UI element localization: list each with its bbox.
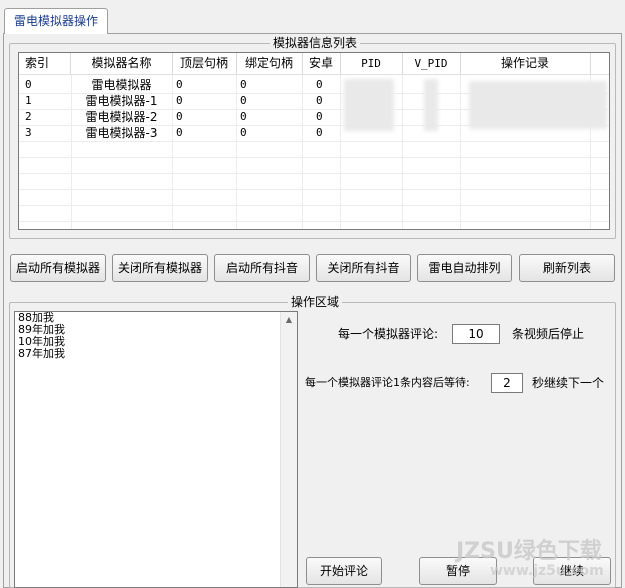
table-row-empty <box>19 173 609 190</box>
table-row-empty <box>19 189 609 206</box>
scroll-up-arrow-icon[interactable]: ▲ <box>281 312 297 328</box>
table-row-empty <box>19 141 609 158</box>
wait-label: 每一个模拟器评论1条内容后等待: <box>305 376 470 389</box>
cell-top-handle: 0 <box>176 110 183 123</box>
cell-android: 0 <box>316 110 323 123</box>
emulator-table[interactable]: 索引 模拟器名称 顶层句柄 绑定句柄 安卓 PID V_PID 操作记录 0 雷… <box>18 52 610 230</box>
header-name[interactable]: 模拟器名称 <box>71 53 173 74</box>
watermark-url: www.jz5u.com <box>490 563 604 579</box>
cell-bind-handle: 0 <box>240 94 247 107</box>
start-comment-button[interactable]: 开始评论 <box>306 557 382 585</box>
header-operation-log[interactable]: 操作记录 <box>460 53 591 74</box>
close-all-douyin-button[interactable]: 关闭所有抖音 <box>316 254 411 282</box>
cell-bind-handle: 0 <box>240 110 247 123</box>
cell-name: 雷电模拟器-1 <box>85 94 158 108</box>
cell-bind-handle: 0 <box>240 126 247 139</box>
comments-textarea[interactable]: 88加我 89年加我 10年加我 87年加我 ▲ <box>14 311 298 588</box>
operation-group-title: 操作区域 <box>288 295 343 309</box>
cell-index: 3 <box>25 126 32 139</box>
cell-index: 1 <box>25 94 32 107</box>
cell-index: 0 <box>25 78 32 91</box>
tab-leidian-operations[interactable]: 雷电模拟器操作 <box>4 8 108 34</box>
header-top-handle[interactable]: 顶层句柄 <box>172 53 237 74</box>
emulator-list-title: 模拟器信息列表 <box>270 36 361 50</box>
comment-line: 87年加我 <box>18 347 65 360</box>
refresh-list-button[interactable]: 刷新列表 <box>519 254 615 282</box>
comment-count-input[interactable]: 10 <box>452 324 500 344</box>
header-vpid[interactable]: V_PID <box>402 53 461 74</box>
cell-top-handle: 0 <box>176 78 183 91</box>
header-index[interactable]: 索引 <box>19 53 71 74</box>
auto-arrange-button[interactable]: 雷电自动排列 <box>417 254 512 282</box>
wait-suffix: 秒继续下一个 <box>532 376 605 390</box>
cell-name: 雷电模拟器-3 <box>85 126 158 140</box>
obscured-pid-values <box>344 79 394 131</box>
table-row-empty <box>19 205 609 222</box>
textarea-scrollbar[interactable]: ▲ <box>280 312 297 587</box>
obscured-vpid-values <box>424 79 438 131</box>
wait-seconds-input[interactable]: 2 <box>491 373 523 393</box>
cell-top-handle: 0 <box>176 126 183 139</box>
cell-name: 雷电模拟器-2 <box>85 110 158 124</box>
obscured-operation-log <box>469 81 607 129</box>
comment-count-suffix: 条视频后停止 <box>512 327 585 341</box>
cell-index: 2 <box>25 110 32 123</box>
comment-count-label: 每一个模拟器评论: <box>338 327 439 341</box>
cell-android: 0 <box>316 126 323 139</box>
start-all-douyin-button[interactable]: 启动所有抖音 <box>214 254 310 282</box>
cell-top-handle: 0 <box>176 94 183 107</box>
cell-bind-handle: 0 <box>240 78 247 91</box>
header-android[interactable]: 安卓 <box>302 53 341 74</box>
close-all-emulators-button[interactable]: 关闭所有模拟器 <box>112 254 208 282</box>
header-bind-handle[interactable]: 绑定句柄 <box>236 53 303 74</box>
table-row-empty <box>19 157 609 174</box>
table-header: 索引 模拟器名称 顶层句柄 绑定句柄 安卓 PID V_PID 操作记录 <box>19 53 609 75</box>
cell-android: 0 <box>316 78 323 91</box>
header-pid[interactable]: PID <box>340 53 403 74</box>
start-all-emulators-button[interactable]: 启动所有模拟器 <box>10 254 106 282</box>
cell-name: 雷电模拟器 <box>91 78 152 92</box>
watermark-logo: JZSU绿色下载 <box>456 539 602 564</box>
cell-android: 0 <box>316 94 323 107</box>
